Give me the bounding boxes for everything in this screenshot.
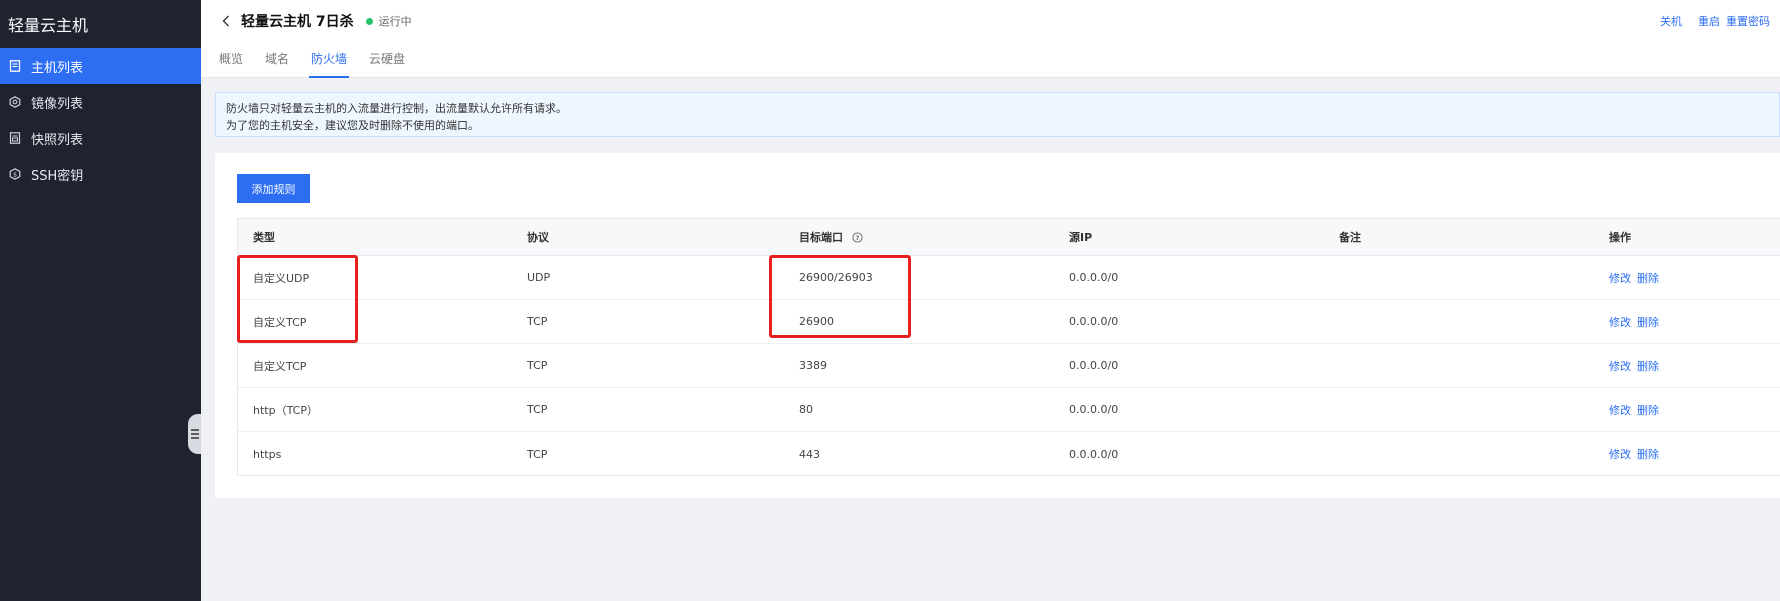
help-icon[interactable]: ?	[852, 231, 863, 243]
table-row: 自定义UDP UDP 26900/26903 0.0.0.0/0 修改 删除	[238, 256, 1780, 300]
cell-type: 自定义TCP	[253, 359, 307, 373]
cell-protocol: UDP	[527, 271, 551, 284]
col-type: 类型	[253, 231, 275, 244]
back-arrow-icon[interactable]	[219, 14, 233, 28]
sidebar-item-image-list[interactable]: 镜像列表	[0, 84, 201, 120]
document-icon	[8, 59, 22, 73]
edit-rule-button[interactable]: 修改	[1609, 404, 1631, 417]
tab-domain[interactable]: 域名	[265, 50, 289, 78]
edit-rule-button[interactable]: 修改	[1609, 448, 1631, 461]
detail-header: 轻量云主机 7日杀 运行中 关机 重启 重置密码 概览 域名 防火墙 云硬盘	[201, 0, 1780, 78]
menu-icon	[191, 429, 199, 439]
notice-line-2: 为了您的主机安全，建议您及时删除不使用的端口。	[226, 119, 479, 132]
delete-rule-button[interactable]: 删除	[1637, 404, 1659, 417]
status-dot-icon	[365, 17, 373, 25]
add-rule-button[interactable]: 添加规则	[237, 174, 310, 203]
main-content: 轻量云主机 7日杀 运行中 关机 重启 重置密码 概览 域名 防火墙 云硬盘 防…	[201, 0, 1780, 601]
detail-tabs: 概览 域名 防火墙 云硬盘	[219, 50, 405, 78]
cell-source: 0.0.0.0/0	[1069, 315, 1119, 328]
col-action: 操作	[1609, 231, 1631, 244]
shutdown-button[interactable]: 关机	[1660, 13, 1682, 29]
reset-password-button[interactable]: 重置密码	[1726, 13, 1770, 29]
cell-source: 0.0.0.0/0	[1069, 403, 1119, 416]
delete-rule-button[interactable]: 删除	[1637, 272, 1659, 285]
sidebar-item-label: 镜像列表	[31, 96, 84, 112]
col-source: 源IP	[1069, 231, 1093, 244]
cell-source: 0.0.0.0/0	[1069, 359, 1119, 372]
sidebar-item-ssh-keys[interactable]: $ SSH密钥	[0, 156, 201, 192]
cell-type: https	[253, 447, 282, 461]
firewall-notice: 防火墙只对轻量云主机的入流量进行控制，出流量默认允许所有请求。 为了您的主机安全…	[215, 92, 1780, 137]
cell-action: 修改 删除	[1594, 270, 1780, 286]
table-row: https TCP 443 0.0.0.0/0 修改 删除	[238, 432, 1780, 476]
tab-firewall[interactable]: 防火墙	[309, 50, 350, 78]
cell-protocol: TCP	[527, 403, 548, 416]
annotation-highlight-port	[769, 255, 911, 338]
svg-text:$: $	[13, 172, 17, 179]
edit-rule-button[interactable]: 修改	[1609, 360, 1631, 373]
edit-rule-button[interactable]: 修改	[1609, 316, 1631, 329]
sidebar-item-label: SSH密钥	[31, 168, 84, 184]
tab-overview[interactable]: 概览	[219, 50, 243, 78]
col-remark: 备注	[1339, 231, 1361, 244]
title-row: 轻量云主机 7日杀 运行中	[219, 10, 412, 32]
cell-port: 80	[799, 403, 813, 416]
cell-protocol: TCP	[527, 359, 548, 372]
cell-protocol: TCP	[527, 447, 548, 461]
camera-icon	[8, 131, 22, 145]
annotation-highlight-type	[237, 255, 358, 343]
edit-rule-button[interactable]: 修改	[1609, 272, 1631, 285]
cell-source: 0.0.0.0/0	[1069, 447, 1119, 461]
col-port-label: 目标端口	[799, 231, 843, 244]
col-protocol: 协议	[527, 231, 549, 244]
col-port: 目标端口 ?	[784, 229, 1054, 245]
delete-rule-button[interactable]: 删除	[1637, 448, 1659, 461]
notice-line-1: 防火墙只对轻量云主机的入流量进行控制，出流量默认允许所有请求。	[226, 102, 567, 115]
sidebar-item-label: 主机列表	[31, 60, 84, 76]
table-row: 自定义TCP TCP 3389 0.0.0.0/0 修改 删除	[238, 344, 1780, 388]
cell-action: 修改 删除	[1594, 402, 1780, 418]
sidebar-item-host-list[interactable]: 主机列表	[0, 48, 201, 84]
sidebar-item-label: 快照列表	[31, 132, 84, 148]
cell-action: 修改 删除	[1594, 358, 1780, 374]
delete-rule-button[interactable]: 删除	[1637, 316, 1659, 329]
firewall-rules-table: 类型 协议 目标端口 ? 源IP 备注 操作 自定义UDP UDP 26900/…	[237, 218, 1780, 476]
table-header: 类型 协议 目标端口 ? 源IP 备注 操作	[238, 219, 1780, 256]
status-badge: 运行中	[365, 13, 412, 29]
sidebar-item-snapshot-list[interactable]: 快照列表	[0, 120, 201, 156]
firewall-card: 添加规则 类型 协议 目标端口 ? 源IP 备注 操作 自定义UDP UDP 2…	[215, 153, 1780, 498]
cell-source: 0.0.0.0/0	[1069, 271, 1119, 284]
page-title: 轻量云主机 7日杀	[241, 14, 354, 30]
tab-cloud-disk[interactable]: 云硬盘	[369, 50, 405, 78]
cell-port: 443	[799, 447, 820, 461]
cell-action: 修改 删除	[1594, 446, 1780, 462]
sidebar: 轻量云主机 主机列表 镜像列表 快照列表 $ SSH密钥	[0, 0, 201, 601]
header-actions: 关机 重启 重置密码	[1660, 13, 1770, 29]
sidebar-collapse-handle[interactable]	[188, 414, 202, 454]
cell-port: 3389	[799, 359, 827, 372]
cell-protocol: TCP	[527, 315, 548, 328]
cell-type: http（TCP）	[253, 403, 318, 417]
cell-action: 修改 删除	[1594, 314, 1780, 330]
key-icon: $	[8, 167, 22, 181]
status-text: 运行中	[378, 15, 412, 28]
hexagon-icon	[8, 95, 22, 109]
svg-text:?: ?	[856, 234, 860, 242]
app-brand: 轻量云主机	[8, 16, 89, 35]
table-row: 自定义TCP TCP 26900 0.0.0.0/0 修改 删除	[238, 300, 1780, 344]
delete-rule-button[interactable]: 删除	[1637, 360, 1659, 373]
restart-button[interactable]: 重启	[1698, 13, 1720, 29]
table-row: http（TCP） TCP 80 0.0.0.0/0 修改 删除	[238, 388, 1780, 432]
